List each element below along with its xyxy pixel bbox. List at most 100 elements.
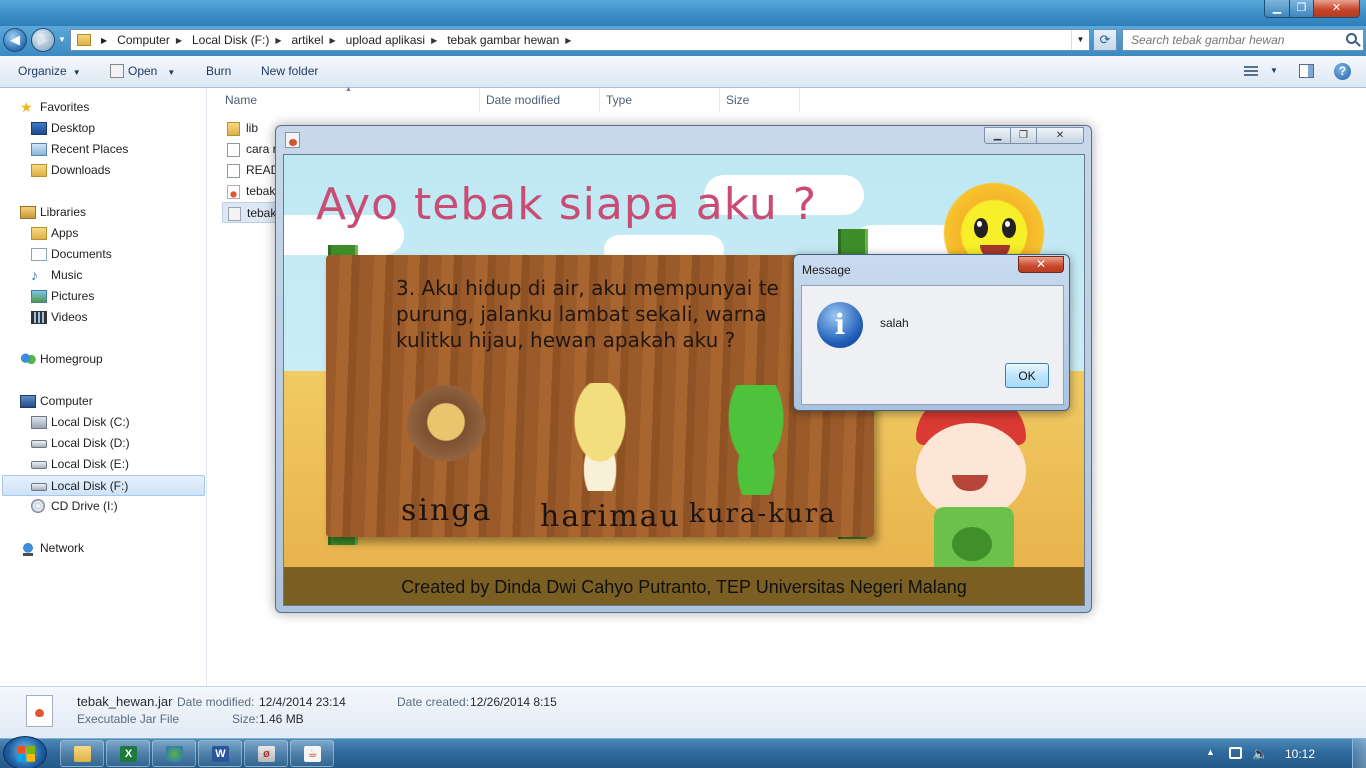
column-divider[interactable]: [479, 88, 480, 112]
game-title: Ayo tebak siapa aku ?: [316, 179, 818, 230]
taskbar-explorer[interactable]: [60, 740, 104, 767]
organize-label: Organize: [18, 64, 67, 78]
chevron-down-icon: ▼: [72, 68, 81, 77]
taskbar: X W ø ☕ ▲ 🔈 10:12: [0, 736, 1366, 768]
open-button[interactable]: Open ▼: [110, 64, 175, 78]
search-icon[interactable]: [1346, 33, 1357, 44]
chevron-right-icon[interactable]: ▶: [101, 36, 107, 45]
maximize-button[interactable]: ❐: [1289, 0, 1314, 18]
downloads-icon: [31, 164, 47, 177]
column-name[interactable]: Name: [225, 93, 257, 107]
turtle-image[interactable]: [711, 385, 801, 495]
question-text: 3. Aku hidup di air, aku mempunyai te pu…: [396, 276, 779, 352]
java-icon: [285, 132, 300, 148]
details-pane: tebak_hewan.jar Executable Jar File Date…: [0, 686, 1366, 738]
minimize-button[interactable]: ▁: [984, 127, 1011, 144]
taskbar-network-app[interactable]: [152, 740, 196, 767]
details-size-value: 1.46 MB: [259, 712, 304, 726]
breadcrumb-computer[interactable]: Computer ▶: [113, 33, 184, 47]
cd-drive-icon: [31, 499, 45, 513]
globe-icon: [166, 746, 183, 762]
dialog-close-button[interactable]: ✕: [1018, 256, 1064, 273]
option-kura-kura[interactable]: kura-kura: [689, 499, 837, 529]
help-icon[interactable]: ?: [1334, 63, 1351, 80]
taskbar-word[interactable]: W: [198, 740, 242, 767]
nav-drive-f[interactable]: Local Disk (F:): [2, 475, 205, 496]
refresh-button[interactable]: ⟳: [1093, 29, 1117, 51]
clock[interactable]: 10:12: [1285, 747, 1315, 761]
back-button[interactable]: ◀: [3, 28, 27, 52]
show-hidden-icons-icon[interactable]: ▲: [1206, 747, 1215, 757]
column-divider[interactable]: [719, 88, 720, 112]
breadcrumb-drive[interactable]: Local Disk (F:) ▶: [188, 33, 284, 47]
search-input[interactable]: [1123, 30, 1333, 50]
preview-pane-icon[interactable]: [1299, 64, 1314, 78]
breadcrumb-upload-aplikasi[interactable]: upload aplikasi ▶: [342, 33, 440, 47]
search-box[interactable]: [1122, 29, 1364, 51]
folder-icon: [74, 746, 91, 762]
close-button[interactable]: ✕: [1036, 127, 1084, 144]
option-harimau[interactable]: harimau: [540, 499, 681, 534]
taskbar-app[interactable]: ø: [244, 740, 288, 767]
navigation-pane: ★ Favorites Desktop Recent Places Downloa…: [0, 88, 207, 686]
pictures-icon: [31, 290, 47, 303]
nav-label: Desktop: [51, 121, 96, 135]
address-history-dropdown[interactable]: ▼: [1071, 30, 1089, 50]
column-date-modified[interactable]: Date modified: [486, 93, 560, 107]
wooden-board: 3. Aku hidup di air, aku mempunyai te pu…: [326, 255, 874, 537]
address-bar[interactable]: ▶ Computer ▶ Local Disk (F:) ▶ artikel ▶ up…: [70, 29, 1090, 51]
taskbar-excel[interactable]: X: [106, 740, 150, 767]
breadcrumb-label: artikel: [291, 33, 324, 47]
breadcrumb-label: upload aplikasi: [345, 33, 426, 47]
tiger-image[interactable]: [556, 383, 644, 491]
nav-label: Homegroup: [40, 352, 103, 366]
nav-label: Network: [40, 541, 85, 555]
column-divider[interactable]: [599, 88, 600, 112]
nav-label: Libraries: [40, 205, 87, 219]
details-date-created-value: 12/26/2014 8:15: [470, 695, 557, 709]
nav-label: Local Disk (F:): [51, 479, 129, 493]
volume-icon[interactable]: 🔈: [1252, 746, 1268, 762]
minimize-button[interactable]: ▁: [1264, 0, 1290, 18]
dialog-body: i salah OK: [801, 285, 1064, 405]
maximize-button[interactable]: ❐: [1010, 127, 1037, 144]
lion-image[interactable]: [406, 385, 486, 473]
breadcrumb-label: Local Disk (F:): [192, 33, 270, 47]
close-button[interactable]: ✕: [1313, 0, 1360, 18]
column-size[interactable]: Size: [726, 93, 749, 107]
forward-button[interactable]: ▶: [31, 28, 55, 52]
column-divider[interactable]: [799, 88, 800, 112]
recent-places-icon: [31, 143, 47, 156]
word-icon: W: [212, 746, 229, 762]
file-name: tebak: [247, 206, 277, 220]
breadcrumb-tebak-gambar-hewan[interactable]: tebak gambar hewan ▶: [443, 33, 573, 47]
nav-label: Music: [51, 268, 83, 282]
chevron-right-icon[interactable]: ▶: [328, 36, 338, 45]
java-icon: [110, 64, 124, 78]
network-tray-icon[interactable]: [1229, 747, 1242, 759]
chevron-right-icon[interactable]: ▶: [563, 36, 573, 45]
nav-label: Local Disk (C:): [51, 415, 130, 429]
column-type[interactable]: Type: [606, 93, 632, 107]
credit-banner: Created by Dinda Dwi Cahyo Putranto, TEP…: [284, 567, 1084, 605]
view-options-icon[interactable]: [1244, 66, 1258, 77]
breadcrumb-artikel[interactable]: artikel ▶: [288, 33, 338, 47]
jar-file-icon: [26, 695, 53, 727]
chevron-down-icon[interactable]: ▼: [1270, 66, 1278, 75]
chevron-right-icon[interactable]: ▶: [174, 36, 184, 45]
organize-button[interactable]: Organize ▼: [18, 64, 81, 78]
burn-button[interactable]: Burn: [206, 64, 231, 78]
chevron-right-icon[interactable]: ▶: [429, 36, 439, 45]
chevron-right-icon[interactable]: ▶: [273, 36, 283, 45]
nav-label: Favorites: [40, 100, 90, 114]
breadcrumb-label: tebak gambar hewan: [447, 33, 560, 47]
sun-eye: [1002, 218, 1016, 238]
new-folder-button[interactable]: New folder: [261, 64, 318, 78]
homegroup-icon: [20, 353, 36, 366]
ok-button[interactable]: OK: [1005, 363, 1049, 388]
show-desktop-button[interactable]: [1352, 739, 1366, 768]
option-singa[interactable]: singa: [401, 493, 492, 528]
start-button[interactable]: [3, 736, 47, 768]
taskbar-java[interactable]: ☕: [290, 740, 334, 767]
recent-pages-dropdown[interactable]: ▼: [58, 35, 66, 44]
